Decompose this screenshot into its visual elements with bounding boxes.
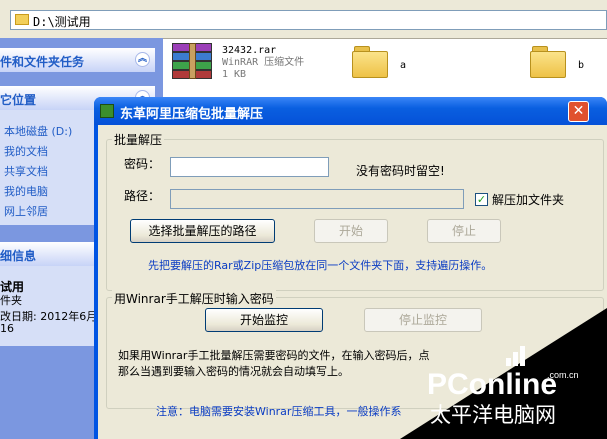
watermark-domain: .com.cn (547, 370, 579, 380)
watermark-brand: PConline (427, 368, 557, 401)
watermark-tagline: 太平洋电脑网 (430, 403, 556, 427)
signal-icon (506, 346, 525, 366)
pconline-watermark: PConline .com.cn 太平洋电脑网 (400, 308, 607, 439)
